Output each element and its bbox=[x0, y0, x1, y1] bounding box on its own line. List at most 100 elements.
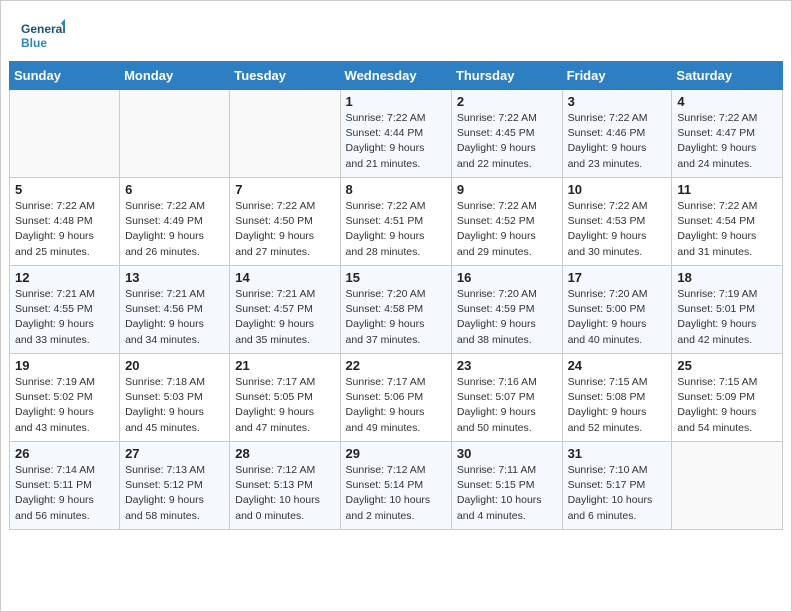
day-number: 17 bbox=[568, 270, 667, 285]
day-number: 6 bbox=[125, 182, 224, 197]
calendar-day-7: 7Sunrise: 7:22 AM Sunset: 4:50 PM Daylig… bbox=[230, 178, 340, 266]
day-info: Sunrise: 7:20 AM Sunset: 5:00 PM Dayligh… bbox=[568, 287, 667, 348]
calendar-day-22: 22 Sunrise: 7:17 AM Sunset: 5:06 PM Dayli… bbox=[340, 354, 451, 442]
day-info: Sunrise: 7:19 AM Sunset: 5:01 PM Dayligh… bbox=[677, 287, 777, 348]
calendar-day-13: 13 Sunrise: 7:21 AM Sunset: 4:56 PM Dayli… bbox=[120, 266, 230, 354]
page-header: General Blue bbox=[1, 1, 791, 61]
day-number: 16 bbox=[457, 270, 557, 285]
calendar-day-4: 4Sunrise: 7:22 AM Sunset: 4:47 PM Daylig… bbox=[672, 90, 783, 178]
day-number: 7 bbox=[235, 182, 334, 197]
calendar-day-1: 1 Sunrise: 7:22 AM Sunset: 4:44 PM Daylig… bbox=[340, 90, 451, 178]
logo-svg: General Blue bbox=[21, 17, 65, 53]
day-info: Sunrise: 7:22 AM Sunset: 4:48 PM Dayligh… bbox=[15, 199, 114, 260]
calendar-day-12: 12Sunrise: 7:21 AM Sunset: 4:55 PM Dayli… bbox=[10, 266, 120, 354]
calendar-day-14: 14 Sunrise: 7:21 AM Sunset: 4:57 PM Dayli… bbox=[230, 266, 340, 354]
day-info: Sunrise: 7:15 AM Sunset: 5:09 PM Dayligh… bbox=[677, 375, 777, 436]
day-number: 5 bbox=[15, 182, 114, 197]
day-info: Sunrise: 7:19 AM Sunset: 5:02 PM Dayligh… bbox=[15, 375, 114, 436]
calendar-day-25: 25 Sunrise: 7:15 AM Sunset: 5:09 PM Dayli… bbox=[672, 354, 783, 442]
calendar-day-9: 9 Sunrise: 7:22 AM Sunset: 4:52 PM Daylig… bbox=[451, 178, 562, 266]
calendar-day-6: 6 Sunrise: 7:22 AM Sunset: 4:49 PM Daylig… bbox=[120, 178, 230, 266]
day-info: Sunrise: 7:13 AM Sunset: 5:12 PM Dayligh… bbox=[125, 463, 224, 524]
day-number: 28 bbox=[235, 446, 334, 461]
calendar-day-30: 30 Sunrise: 7:11 AM Sunset: 5:15 PM Dayli… bbox=[451, 442, 562, 530]
day-info: Sunrise: 7:18 AM Sunset: 5:03 PM Dayligh… bbox=[125, 375, 224, 436]
calendar-header-row: SundayMondayTuesdayWednesdayThursdayFrid… bbox=[10, 62, 783, 90]
day-header-thursday: Thursday bbox=[451, 62, 562, 90]
empty-day bbox=[120, 90, 230, 178]
empty-day bbox=[672, 442, 783, 530]
calendar-day-19: 19 Sunrise: 7:19 AM Sunset: 5:02 PM Dayli… bbox=[10, 354, 120, 442]
calendar-day-31: 31 Sunrise: 7:10 AM Sunset: 5:17 PM Dayli… bbox=[562, 442, 672, 530]
day-number: 13 bbox=[125, 270, 224, 285]
day-info: Sunrise: 7:22 AM Sunset: 4:52 PM Dayligh… bbox=[457, 199, 557, 260]
calendar-day-20: 20 Sunrise: 7:18 AM Sunset: 5:03 PM Dayli… bbox=[120, 354, 230, 442]
day-header-sunday: Sunday bbox=[10, 62, 120, 90]
calendar-day-11: 11Sunrise: 7:22 AM Sunset: 4:54 PM Dayli… bbox=[672, 178, 783, 266]
calendar-day-3: 3 Sunrise: 7:22 AM Sunset: 4:46 PM Daylig… bbox=[562, 90, 672, 178]
day-header-monday: Monday bbox=[120, 62, 230, 90]
day-info: Sunrise: 7:12 AM Sunset: 5:13 PM Dayligh… bbox=[235, 463, 334, 524]
calendar-day-2: 2 Sunrise: 7:22 AM Sunset: 4:45 PM Daylig… bbox=[451, 90, 562, 178]
calendar-wrapper: SundayMondayTuesdayWednesdayThursdayFrid… bbox=[1, 61, 791, 538]
day-number: 12 bbox=[15, 270, 114, 285]
calendar-week-4: 19 Sunrise: 7:19 AM Sunset: 5:02 PM Dayli… bbox=[10, 354, 783, 442]
day-info: Sunrise: 7:22 AM Sunset: 4:46 PM Dayligh… bbox=[568, 111, 667, 172]
calendar-week-2: 5 Sunrise: 7:22 AM Sunset: 4:48 PM Daylig… bbox=[10, 178, 783, 266]
calendar-week-1: 1 Sunrise: 7:22 AM Sunset: 4:44 PM Daylig… bbox=[10, 90, 783, 178]
day-number: 30 bbox=[457, 446, 557, 461]
day-info: Sunrise: 7:15 AM Sunset: 5:08 PM Dayligh… bbox=[568, 375, 667, 436]
day-info: Sunrise: 7:22 AM Sunset: 4:44 PM Dayligh… bbox=[346, 111, 446, 172]
day-info: Sunrise: 7:20 AM Sunset: 4:59 PM Dayligh… bbox=[457, 287, 557, 348]
day-number: 31 bbox=[568, 446, 667, 461]
day-info: Sunrise: 7:22 AM Sunset: 4:47 PM Dayligh… bbox=[677, 111, 777, 172]
day-header-tuesday: Tuesday bbox=[230, 62, 340, 90]
day-number: 20 bbox=[125, 358, 224, 373]
calendar-day-21: 21Sunrise: 7:17 AM Sunset: 5:05 PM Dayli… bbox=[230, 354, 340, 442]
day-info: Sunrise: 7:22 AM Sunset: 4:45 PM Dayligh… bbox=[457, 111, 557, 172]
day-info: Sunrise: 7:21 AM Sunset: 4:57 PM Dayligh… bbox=[235, 287, 334, 348]
empty-day bbox=[230, 90, 340, 178]
day-number: 23 bbox=[457, 358, 557, 373]
day-number: 14 bbox=[235, 270, 334, 285]
day-info: Sunrise: 7:22 AM Sunset: 4:53 PM Dayligh… bbox=[568, 199, 667, 260]
day-info: Sunrise: 7:12 AM Sunset: 5:14 PM Dayligh… bbox=[346, 463, 446, 524]
day-info: Sunrise: 7:21 AM Sunset: 4:56 PM Dayligh… bbox=[125, 287, 224, 348]
day-info: Sunrise: 7:14 AM Sunset: 5:11 PM Dayligh… bbox=[15, 463, 114, 524]
day-info: Sunrise: 7:11 AM Sunset: 5:15 PM Dayligh… bbox=[457, 463, 557, 524]
day-number: 18 bbox=[677, 270, 777, 285]
day-info: Sunrise: 7:20 AM Sunset: 4:58 PM Dayligh… bbox=[346, 287, 446, 348]
calendar-day-23: 23 Sunrise: 7:16 AM Sunset: 5:07 PM Dayli… bbox=[451, 354, 562, 442]
day-info: Sunrise: 7:17 AM Sunset: 5:06 PM Dayligh… bbox=[346, 375, 446, 436]
calendar-day-24: 24Sunrise: 7:15 AM Sunset: 5:08 PM Dayli… bbox=[562, 354, 672, 442]
calendar-day-15: 15 Sunrise: 7:20 AM Sunset: 4:58 PM Dayli… bbox=[340, 266, 451, 354]
day-info: Sunrise: 7:17 AM Sunset: 5:05 PM Dayligh… bbox=[235, 375, 334, 436]
day-number: 22 bbox=[346, 358, 446, 373]
day-header-wednesday: Wednesday bbox=[340, 62, 451, 90]
day-number: 8 bbox=[346, 182, 446, 197]
day-number: 10 bbox=[568, 182, 667, 197]
day-number: 19 bbox=[15, 358, 114, 373]
day-info: Sunrise: 7:10 AM Sunset: 5:17 PM Dayligh… bbox=[568, 463, 667, 524]
day-info: Sunrise: 7:16 AM Sunset: 5:07 PM Dayligh… bbox=[457, 375, 557, 436]
calendar-day-27: 27 Sunrise: 7:13 AM Sunset: 5:12 PM Dayli… bbox=[120, 442, 230, 530]
calendar-table: SundayMondayTuesdayWednesdayThursdayFrid… bbox=[9, 61, 783, 530]
calendar-day-17: 17 Sunrise: 7:20 AM Sunset: 5:00 PM Dayli… bbox=[562, 266, 672, 354]
calendar-day-26: 26 Sunrise: 7:14 AM Sunset: 5:11 PM Dayli… bbox=[10, 442, 120, 530]
calendar-day-16: 16 Sunrise: 7:20 AM Sunset: 4:59 PM Dayli… bbox=[451, 266, 562, 354]
day-info: Sunrise: 7:22 AM Sunset: 4:54 PM Dayligh… bbox=[677, 199, 777, 260]
day-info: Sunrise: 7:22 AM Sunset: 4:49 PM Dayligh… bbox=[125, 199, 224, 260]
calendar-week-3: 12Sunrise: 7:21 AM Sunset: 4:55 PM Dayli… bbox=[10, 266, 783, 354]
day-number: 25 bbox=[677, 358, 777, 373]
day-number: 9 bbox=[457, 182, 557, 197]
day-number: 29 bbox=[346, 446, 446, 461]
day-number: 15 bbox=[346, 270, 446, 285]
day-number: 3 bbox=[568, 94, 667, 109]
day-number: 27 bbox=[125, 446, 224, 461]
day-number: 1 bbox=[346, 94, 446, 109]
day-number: 26 bbox=[15, 446, 114, 461]
day-header-saturday: Saturday bbox=[672, 62, 783, 90]
logo: General Blue bbox=[21, 17, 65, 53]
day-number: 2 bbox=[457, 94, 557, 109]
calendar-week-5: 26 Sunrise: 7:14 AM Sunset: 5:11 PM Dayli… bbox=[10, 442, 783, 530]
